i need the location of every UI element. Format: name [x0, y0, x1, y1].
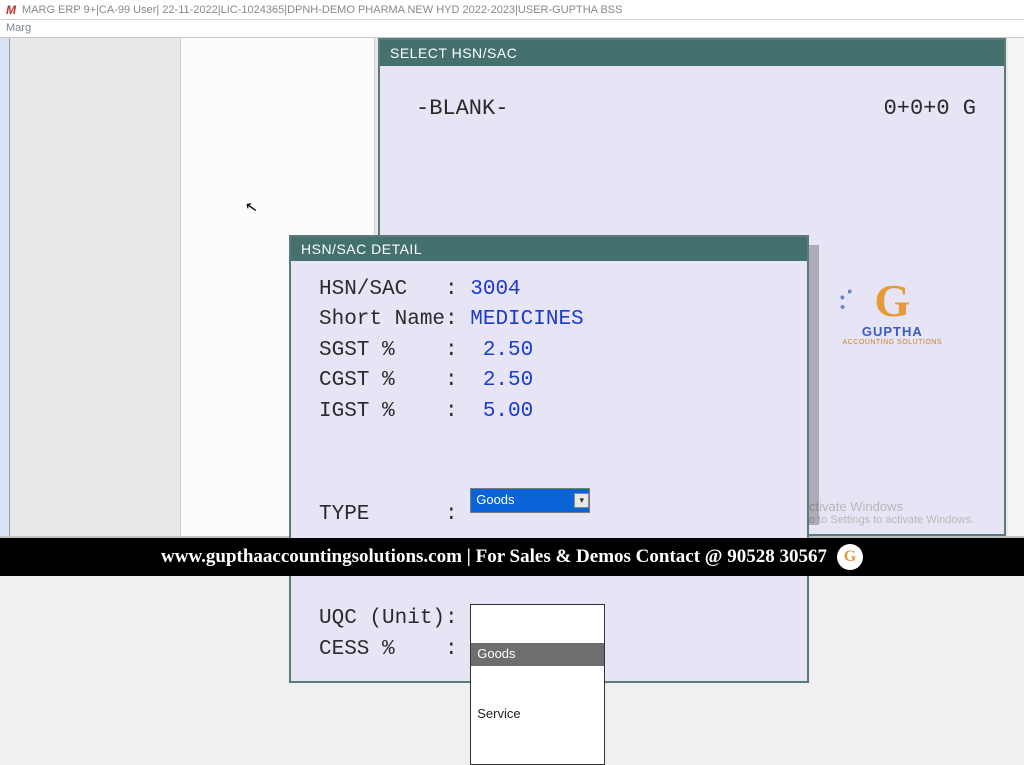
type-select[interactable]: Goods ▾: [470, 488, 590, 513]
shortname-row: Short Name: MEDICINES: [319, 305, 785, 335]
type-selected-value: Goods: [476, 491, 514, 510]
workspace: SELECT HSN/SAC -BLANK- 0+0+0 G G GUPTHA …: [0, 38, 1024, 538]
menu-bar[interactable]: Marg: [0, 20, 1024, 38]
menu-marg[interactable]: Marg: [6, 22, 31, 34]
sgst-row: SGST % : 2.50: [319, 336, 785, 366]
igst-row: IGST % : 5.00: [319, 397, 785, 427]
activate-windows-watermark: Activate Windows Go to Settings to activ…: [800, 499, 974, 526]
right-edge: [1008, 38, 1024, 536]
select-hsn-row[interactable]: -BLANK- 0+0+0 G: [380, 66, 1004, 131]
footer-text: www.gupthaaccountingsolutions.com | For …: [161, 546, 827, 568]
activate-line1: Activate Windows: [800, 499, 974, 514]
igst-label: IGST % :: [319, 397, 483, 427]
hsn-row: HSN/SAC : 3004: [319, 275, 785, 305]
footer-logo-icon: G: [837, 544, 863, 570]
guptha-logo: G GUPTHA ACCOUNTING SOLUTIONS: [843, 278, 942, 346]
hsn-detail-dialog: HSN/SAC DETAIL HSN/SAC : 3004 Short Name…: [289, 235, 809, 683]
select-hsn-gst-summary: 0+0+0 G: [884, 96, 976, 121]
window-title: MARG ERP 9+|CA-99 User| 22-11-2022|LIC-1…: [22, 4, 622, 16]
cgst-value[interactable]: 2.50: [483, 366, 533, 396]
select-hsn-blank: -BLANK-: [416, 96, 508, 121]
type-dropdown[interactable]: Goods Service: [470, 604, 605, 765]
left-sliver-panel: [0, 38, 10, 536]
window-titlebar: M MARG ERP 9+|CA-99 User| 22-11-2022|LIC…: [0, 0, 1024, 20]
sgst-label: SGST % :: [319, 336, 483, 366]
hsn-value[interactable]: 3004: [470, 275, 520, 305]
chevron-down-icon[interactable]: ▾: [574, 493, 589, 508]
shortname-label: Short Name:: [319, 305, 470, 335]
sgst-value[interactable]: 2.50: [483, 336, 533, 366]
logo-g-icon: G: [843, 278, 942, 324]
shortname-value[interactable]: MEDICINES: [470, 305, 583, 335]
type-option-service[interactable]: Service: [471, 703, 604, 726]
app-icon: M: [6, 3, 16, 17]
type-row: TYPE : Goods ▾ Goods Service: [319, 427, 785, 604]
cess-label: CESS % :: [319, 635, 483, 665]
hsn-label: HSN/SAC :: [319, 275, 470, 305]
uqc-label: UQC (Unit):: [319, 604, 470, 634]
logo-sub: ACCOUNTING SOLUTIONS: [843, 339, 942, 346]
hsn-detail-body: HSN/SAC : 3004 Short Name: MEDICINES SGS…: [291, 261, 807, 681]
hsn-detail-header: HSN/SAC DETAIL: [291, 237, 807, 261]
type-label: TYPE :: [319, 500, 470, 530]
cgst-label: CGST % :: [319, 366, 483, 396]
activate-line2: Go to Settings to activate Windows.: [800, 514, 974, 526]
select-hsn-header: SELECT HSN/SAC: [380, 40, 1004, 66]
igst-value[interactable]: 5.00: [483, 397, 533, 427]
type-option-goods[interactable]: Goods: [471, 643, 604, 666]
cgst-row: CGST % : 2.50: [319, 366, 785, 396]
footer-banner: www.gupthaaccountingsolutions.com | For …: [0, 538, 1024, 576]
logo-name: GUPTHA: [843, 324, 942, 339]
